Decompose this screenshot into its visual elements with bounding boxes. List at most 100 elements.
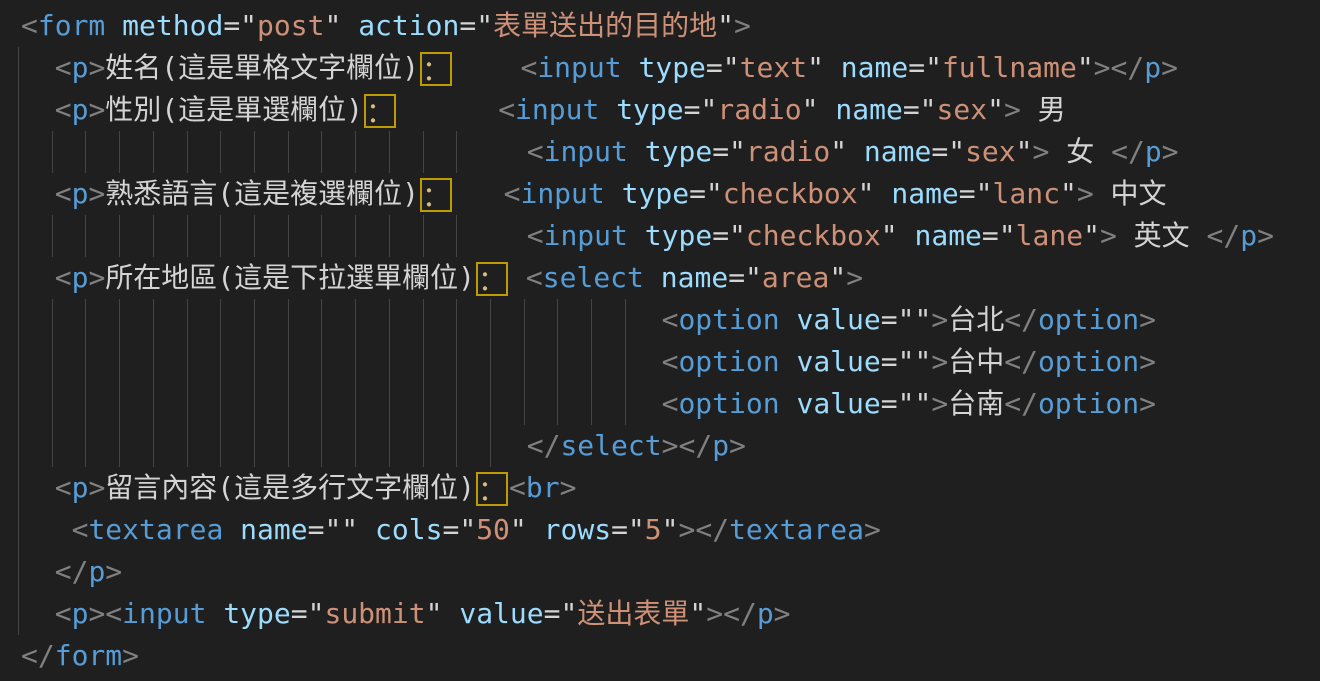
code-token: =" [959, 177, 993, 210]
code-line[interactable]: <textarea name="" cols="50" rows="5"></t… [0, 509, 1320, 551]
code-token: " [987, 93, 1004, 126]
code-token: =" [689, 177, 723, 210]
indent-guide [18, 89, 19, 131]
code-line[interactable]: <form method="post" action="表單送出的目的地"> [0, 5, 1320, 47]
code-token: 姓名(這是單格文字欄位) [105, 51, 419, 84]
code-token: < [662, 345, 679, 378]
indent-guide [18, 257, 19, 299]
code-token: </ [21, 639, 55, 672]
code-token: > [662, 429, 679, 462]
code-token: p [72, 51, 89, 84]
code-token: < [498, 93, 515, 126]
code-line-text: <p>熟悉語言(這是複選欄位)： <input type="checkbox" … [21, 177, 1167, 210]
code-line-text: </p> [21, 555, 122, 588]
code-line[interactable]: <input type="radio" name="sex"> 女 </p> [0, 131, 1320, 173]
code-line-text: <form method="post" action="表單送出的目的地"> [21, 9, 751, 42]
code-token: 所在地區(這是下拉選單欄位) [105, 261, 475, 294]
code-line-text: <input type="checkbox" name="lane"> 英文 <… [21, 219, 1274, 252]
indent-guide [18, 131, 19, 173]
code-line[interactable]: <input type="checkbox" name="lane"> 英文 <… [0, 215, 1320, 257]
code-token: p [1144, 51, 1161, 84]
code-token: < [55, 597, 72, 630]
code-token: value [796, 387, 880, 420]
code-line-text: <p>姓名(這是單格文字欄位)： <input type="text" name… [21, 51, 1178, 84]
code-token: > [679, 513, 696, 546]
code-token: > [931, 345, 948, 378]
indent-guide [18, 173, 19, 215]
code-token: 中文 [1094, 177, 1167, 210]
code-token: </ [1111, 135, 1145, 168]
code-line[interactable]: </p> [0, 551, 1320, 593]
code-token [780, 387, 797, 420]
code-token: > [88, 597, 105, 630]
code-token: textarea [88, 513, 223, 546]
code-token: 表單送出的目的地 [493, 9, 717, 42]
code-token: p [72, 177, 89, 210]
code-token: < [527, 135, 544, 168]
indent-guide [18, 383, 19, 425]
code-token: name [661, 261, 728, 294]
code-token: < [526, 261, 543, 294]
code-token: > [105, 555, 122, 588]
code-token: checkbox [723, 177, 858, 210]
code-token [21, 387, 662, 420]
code-token: name [240, 513, 307, 546]
code-token: " [662, 513, 679, 546]
code-token: name [891, 177, 958, 210]
code-token: method [122, 9, 223, 42]
code-token: > [1162, 135, 1179, 168]
code-line[interactable]: <option value="">台中</option> [0, 341, 1320, 383]
code-line[interactable]: <p>性別(這是單選欄位)： <input type="radio" name=… [0, 89, 1320, 131]
indent-guide [18, 215, 19, 257]
code-token: > [931, 387, 948, 420]
code-token: < [55, 177, 72, 210]
code-line[interactable]: </form> [0, 635, 1320, 677]
code-token: p [712, 429, 729, 462]
code-token: option [678, 303, 779, 336]
code-line[interactable]: <p>所在地區(這是下拉選單欄位)： <select name="area"> [0, 257, 1320, 299]
code-token: input [544, 219, 628, 252]
code-token: > [1161, 51, 1178, 84]
code-token: textarea [729, 513, 864, 546]
code-token: lanc [993, 177, 1060, 210]
code-token: " [1060, 177, 1077, 210]
code-token: " [1083, 219, 1100, 252]
code-token: name [914, 219, 981, 252]
code-token: < [55, 471, 72, 504]
code-token: " [858, 177, 875, 210]
code-token: > [706, 597, 723, 630]
code-line[interactable]: <p>姓名(這是單格文字欄位)： <input type="text" name… [0, 47, 1320, 89]
code-token: input [515, 93, 599, 126]
code-token: option [678, 387, 779, 420]
code-token: > [88, 51, 105, 84]
code-token [509, 261, 526, 294]
code-token: =" [931, 135, 965, 168]
code-token [442, 597, 459, 630]
code-line[interactable]: <p><input type="submit" value="送出表單"></p… [0, 593, 1320, 635]
code-token: action [358, 9, 459, 42]
code-token: =" [544, 597, 578, 630]
code-token: br [526, 471, 560, 504]
code-token: =" [712, 135, 746, 168]
code-token [21, 303, 662, 336]
code-token: type [622, 177, 689, 210]
code-editor[interactable]: <form method="post" action="表單送出的目的地"> <… [0, 0, 1320, 681]
code-token: =" [611, 513, 645, 546]
code-token [21, 555, 55, 588]
code-line[interactable]: <p>熟悉語言(這是複選欄位)： <input type="checkbox" … [0, 173, 1320, 215]
code-token: select [560, 429, 661, 462]
code-line-text: <p>性別(這是單選欄位)： <input type="radio" name=… [21, 93, 1066, 126]
code-line[interactable]: <p>留言內容(這是多行文字欄位)：<br> [0, 467, 1320, 509]
code-line[interactable]: </select></p> [0, 425, 1320, 467]
code-line[interactable]: <option value="">台北</option> [0, 299, 1320, 341]
code-token: < [504, 177, 521, 210]
code-line[interactable]: <option value="">台南</option> [0, 383, 1320, 425]
code-token: sex [965, 135, 1016, 168]
code-token: " [324, 9, 341, 42]
code-token: " [829, 261, 846, 294]
code-token: p [72, 597, 89, 630]
code-token: name [835, 93, 902, 126]
code-token: < [662, 303, 679, 336]
code-token: rows [544, 513, 611, 546]
code-token [21, 471, 55, 504]
